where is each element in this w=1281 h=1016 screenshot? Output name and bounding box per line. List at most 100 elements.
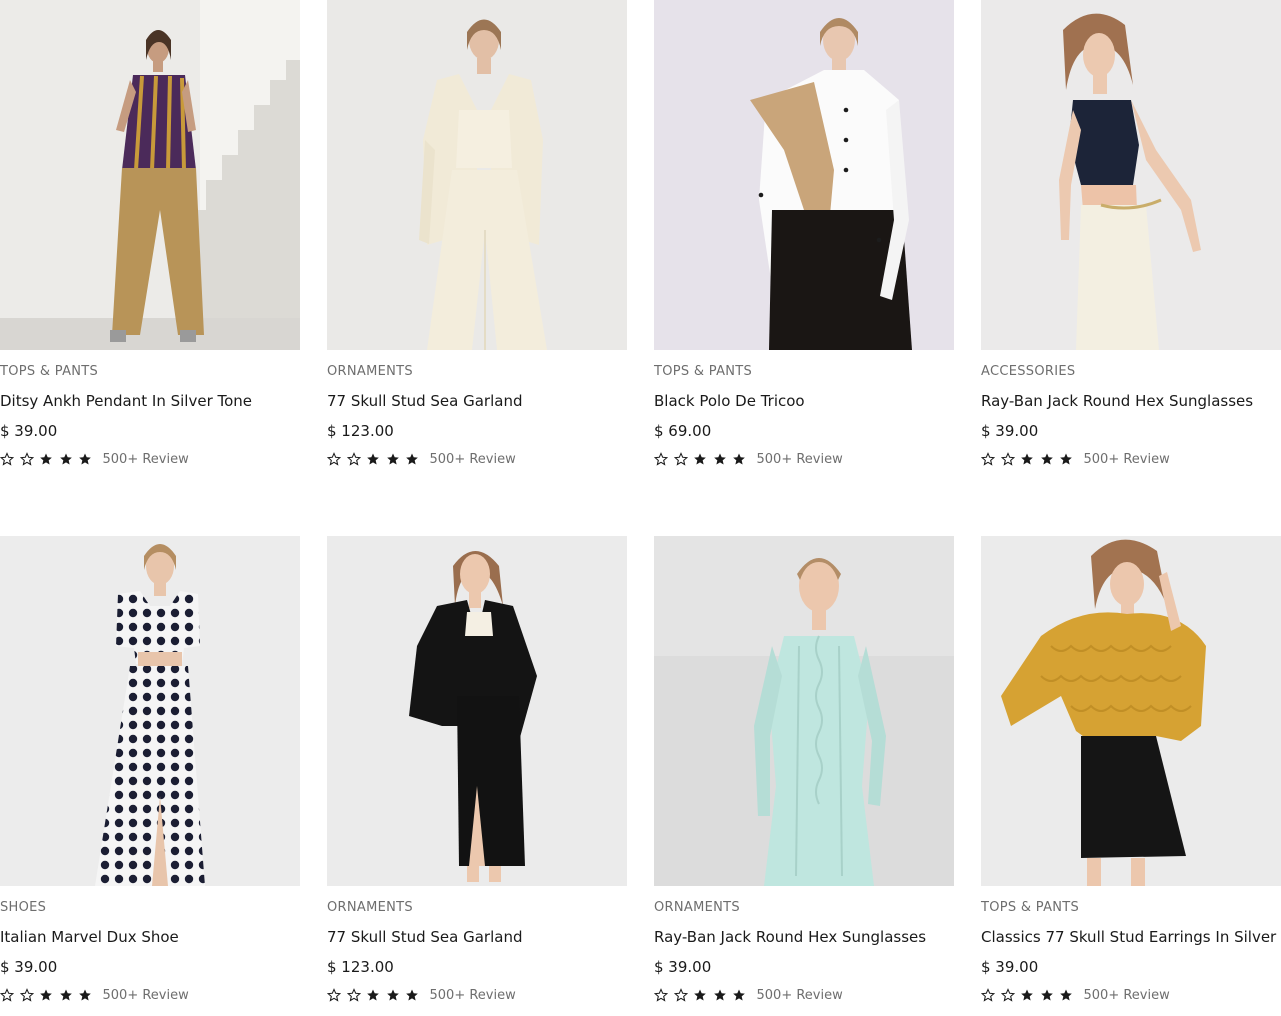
product-category[interactable]: ORNAMENTS xyxy=(327,900,413,915)
product-price: $ 39.00 xyxy=(981,422,1039,440)
star-outline-icon xyxy=(654,988,668,1002)
star-outline-icon xyxy=(327,988,341,1002)
star-filled-icon xyxy=(59,988,73,1002)
product-card[interactable]: TOPS & PANTS Ditsy Ankh Pendant In Silve… xyxy=(0,0,300,472)
product-image[interactable] xyxy=(981,536,1281,886)
star-filled-icon xyxy=(386,988,400,1002)
product-image[interactable] xyxy=(654,536,954,886)
product-card[interactable]: TOPS & PANTS Classics 77 Skull Stud Earr… xyxy=(981,536,1281,1008)
product-card[interactable]: ORNAMENTS 77 Skull Stud Sea Garland $ 12… xyxy=(327,536,627,1008)
star-filled-icon xyxy=(1059,988,1073,1002)
product-image[interactable] xyxy=(0,0,300,350)
product-category[interactable]: ORNAMENTS xyxy=(654,900,740,915)
star-filled-icon xyxy=(78,452,92,466)
star-filled-icon xyxy=(693,988,707,1002)
product-title[interactable]: Italian Marvel Dux Shoe xyxy=(0,928,179,946)
product-category[interactable]: TOPS & PANTS xyxy=(981,900,1079,915)
product-image[interactable] xyxy=(654,0,954,350)
product-image[interactable] xyxy=(981,0,1281,350)
star-filled-icon xyxy=(78,988,92,1002)
product-image[interactable] xyxy=(327,0,627,350)
review-count[interactable]: 500+ Review xyxy=(1084,988,1170,1003)
product-title[interactable]: 77 Skull Stud Sea Garland xyxy=(327,928,523,946)
product-category[interactable]: SHOES xyxy=(0,900,46,915)
woman-cream-suit-photo xyxy=(327,0,627,350)
star-outline-icon xyxy=(0,452,14,466)
product-rating: 500+ Review xyxy=(654,450,843,468)
product-price: $ 39.00 xyxy=(0,958,58,976)
star-outline-icon xyxy=(19,452,34,466)
product-card[interactable]: ACCESSORIES Ray-Ban Jack Round Hex Sungl… xyxy=(981,0,1281,472)
woman-navy-crop-top-cream-pants-photo xyxy=(981,0,1281,350)
review-count[interactable]: 500+ Review xyxy=(1084,452,1170,467)
review-count[interactable]: 500+ Review xyxy=(430,452,516,467)
product-grid: TOPS & PANTS Ditsy Ankh Pendant In Silve… xyxy=(0,0,1281,1008)
product-rating: 500+ Review xyxy=(327,450,516,468)
star-filled-icon xyxy=(713,988,727,1002)
star-outline-icon xyxy=(346,988,361,1002)
product-image[interactable] xyxy=(327,536,627,886)
star-filled-icon xyxy=(405,988,419,1002)
product-card[interactable]: SHOES Italian Marvel Dux Shoe $ 39.00 50… xyxy=(0,536,300,1008)
product-title[interactable]: Ray-Ban Jack Round Hex Sunglasses xyxy=(981,392,1253,410)
product-category[interactable]: TOPS & PANTS xyxy=(654,364,752,379)
woman-polka-dot-dress-photo xyxy=(0,536,300,886)
product-rating: 500+ Review xyxy=(0,986,189,1004)
star-outline-icon xyxy=(981,988,995,1002)
star-filled-icon xyxy=(732,988,746,1002)
star-outline-icon xyxy=(981,452,995,466)
star-filled-icon xyxy=(1059,452,1073,466)
review-count[interactable]: 500+ Review xyxy=(757,988,843,1003)
product-rating: 500+ Review xyxy=(981,450,1170,468)
woman-striped-top-gold-trousers-photo xyxy=(0,0,300,350)
review-count[interactable]: 500+ Review xyxy=(103,452,189,467)
product-rating: 500+ Review xyxy=(327,986,516,1004)
star-outline-icon xyxy=(0,988,14,1002)
star-outline-icon xyxy=(19,988,34,1002)
product-price: $ 39.00 xyxy=(0,422,58,440)
woman-mint-knit-dress-photo xyxy=(654,536,954,886)
star-outline-icon xyxy=(346,452,361,466)
star-filled-icon xyxy=(405,452,419,466)
star-filled-icon xyxy=(39,452,53,466)
star-filled-icon xyxy=(1040,988,1054,1002)
product-title[interactable]: Ray-Ban Jack Round Hex Sunglasses xyxy=(654,928,926,946)
product-title[interactable]: Black Polo De Tricoo xyxy=(654,392,805,410)
star-filled-icon xyxy=(693,452,707,466)
star-filled-icon xyxy=(39,988,53,1002)
product-price: $ 39.00 xyxy=(981,958,1039,976)
review-count[interactable]: 500+ Review xyxy=(430,988,516,1003)
product-card[interactable]: TOPS & PANTS Black Polo De Tricoo $ 69.0… xyxy=(654,0,954,472)
product-rating: 500+ Review xyxy=(0,450,189,468)
review-count[interactable]: 500+ Review xyxy=(103,988,189,1003)
review-count[interactable]: 500+ Review xyxy=(757,452,843,467)
star-filled-icon xyxy=(366,452,380,466)
star-outline-icon xyxy=(327,452,341,466)
star-filled-icon xyxy=(1040,452,1054,466)
product-image[interactable] xyxy=(0,536,300,886)
product-rating: 500+ Review xyxy=(654,986,843,1004)
woman-mustard-sweater-black-skirt-photo xyxy=(981,536,1281,886)
product-price: $ 123.00 xyxy=(327,422,394,440)
woman-black-blazer-skirt-photo xyxy=(327,536,627,886)
product-price: $ 39.00 xyxy=(654,958,712,976)
product-rating: 500+ Review xyxy=(981,986,1170,1004)
star-outline-icon xyxy=(1000,988,1015,1002)
star-filled-icon xyxy=(386,452,400,466)
product-category[interactable]: ORNAMENTS xyxy=(327,364,413,379)
star-filled-icon xyxy=(713,452,727,466)
star-filled-icon xyxy=(366,988,380,1002)
product-card[interactable]: ORNAMENTS 77 Skull Stud Sea Garland $ 12… xyxy=(327,0,627,472)
star-filled-icon xyxy=(59,452,73,466)
star-filled-icon xyxy=(1020,452,1034,466)
star-outline-icon xyxy=(673,988,688,1002)
star-outline-icon xyxy=(1000,452,1015,466)
product-card[interactable]: ORNAMENTS Ray-Ban Jack Round Hex Sunglas… xyxy=(654,536,954,1008)
product-title[interactable]: Classics 77 Skull Stud Earrings In Silve… xyxy=(981,928,1276,946)
product-price: $ 69.00 xyxy=(654,422,712,440)
star-outline-icon xyxy=(654,452,668,466)
product-category[interactable]: ACCESSORIES xyxy=(981,364,1075,379)
product-title[interactable]: 77 Skull Stud Sea Garland xyxy=(327,392,523,410)
product-title[interactable]: Ditsy Ankh Pendant In Silver Tone xyxy=(0,392,252,410)
product-category[interactable]: TOPS & PANTS xyxy=(0,364,98,379)
